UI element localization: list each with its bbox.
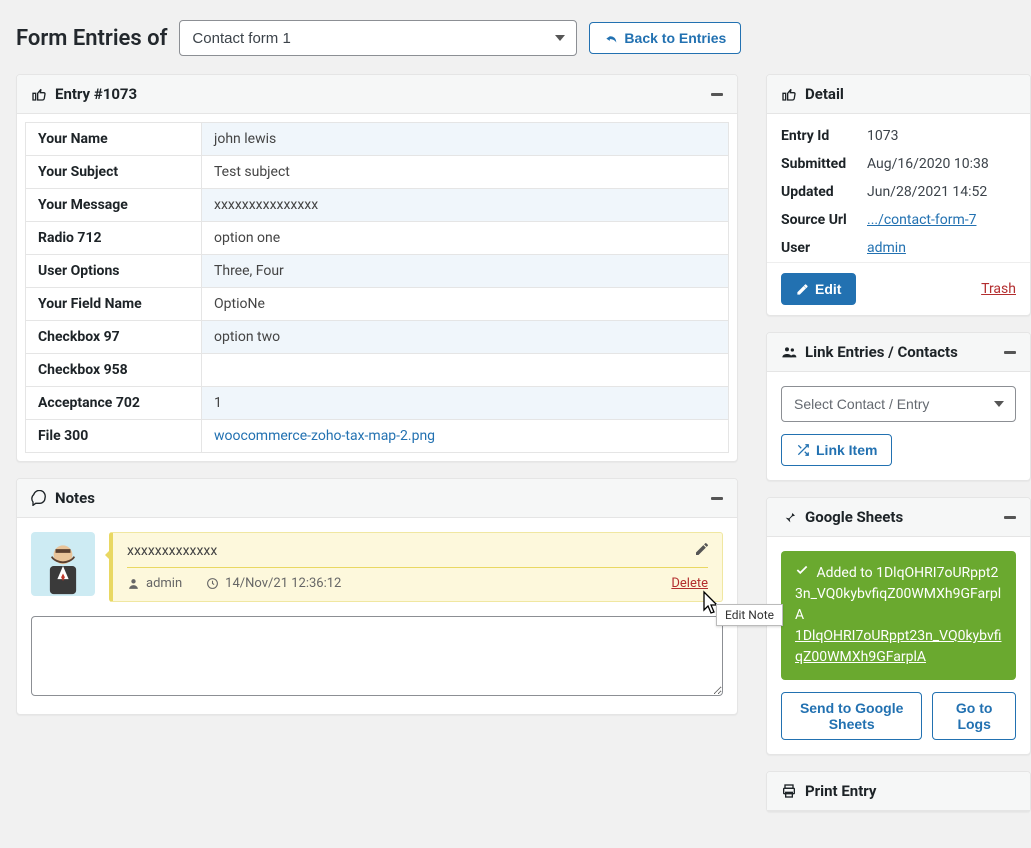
send-to-sheets-button[interactable]: Send to Google Sheets bbox=[781, 692, 922, 740]
shuffle-icon bbox=[796, 443, 810, 457]
table-row: Radio 712option one bbox=[26, 222, 729, 255]
notes-panel-title: Notes bbox=[55, 489, 95, 507]
contact-entry-select[interactable]: Select Contact / Entry bbox=[781, 386, 1016, 422]
sheets-panel-title: Google Sheets bbox=[805, 508, 903, 526]
source-url-link[interactable]: .../contact-form-7 bbox=[867, 212, 976, 228]
detail-panel: Detail Entry Id1073 SubmittedAug/16/2020… bbox=[766, 74, 1031, 316]
collapse-icon[interactable] bbox=[711, 497, 723, 500]
entry-panel: Entry #1073 Your Namejohn lewis Your Sub… bbox=[16, 74, 738, 462]
entry-table: Your Namejohn lewis Your SubjectTest sub… bbox=[25, 122, 729, 453]
user-link[interactable]: admin bbox=[867, 240, 906, 256]
detail-submitted: Aug/16/2020 10:38 bbox=[867, 156, 1016, 172]
users-icon bbox=[781, 344, 797, 360]
page-header: Form Entries of Contact form 1 Back to E… bbox=[16, 20, 1031, 56]
pencil-icon bbox=[796, 283, 809, 296]
print-icon bbox=[781, 783, 797, 799]
trash-link[interactable]: Trash bbox=[981, 281, 1016, 297]
form-selector[interactable]: Contact form 1 bbox=[179, 20, 577, 56]
notes-panel: Notes xxxxxxxxxxxxx bbox=[16, 478, 738, 715]
detail-panel-title: Detail bbox=[805, 85, 844, 103]
table-row: Your Messagexxxxxxxxxxxxxxx bbox=[26, 189, 729, 222]
page-title: Form Entries of bbox=[16, 26, 167, 51]
thumbs-up-icon bbox=[781, 86, 797, 102]
edit-note-icon[interactable] bbox=[694, 541, 710, 561]
note-item: xxxxxxxxxxxxx admin 14/Nov/21 bbox=[31, 532, 723, 602]
thumbs-up-icon bbox=[31, 86, 47, 102]
clock-icon bbox=[206, 577, 219, 590]
table-row: File 300woocommerce-zoho-tax-map-2.png bbox=[26, 420, 729, 453]
collapse-icon[interactable] bbox=[1004, 516, 1016, 519]
file-link[interactable]: woocommerce-zoho-tax-map-2.png bbox=[214, 428, 435, 444]
go-to-logs-button[interactable]: Go to Logs bbox=[932, 692, 1016, 740]
table-row: Your SubjectTest subject bbox=[26, 156, 729, 189]
new-note-input[interactable] bbox=[31, 616, 723, 696]
note-author: admin bbox=[146, 576, 182, 591]
table-row: Checkbox 958 bbox=[26, 354, 729, 387]
detail-updated: Jun/28/2021 14:52 bbox=[867, 184, 1016, 200]
pin-icon bbox=[781, 509, 797, 525]
reply-arrow-icon bbox=[604, 31, 618, 45]
detail-entry-id: 1073 bbox=[867, 128, 1016, 144]
delete-note-link[interactable]: Delete bbox=[671, 576, 708, 591]
entry-panel-title: Entry #1073 bbox=[55, 85, 137, 103]
avatar bbox=[31, 532, 95, 596]
table-row: Checkbox 97option two bbox=[26, 321, 729, 354]
table-row: Your Namejohn lewis bbox=[26, 123, 729, 156]
sheets-success-alert: Added to 1DlqOHRI7oURppt23n_VQ0kybvfiqZ0… bbox=[781, 551, 1016, 680]
edit-note-tooltip: Edit Note bbox=[716, 604, 783, 626]
table-row: User OptionsThree, Four bbox=[26, 255, 729, 288]
link-item-button[interactable]: Link Item bbox=[781, 434, 892, 466]
note-date: 14/Nov/21 12:36:12 bbox=[225, 576, 341, 591]
print-panel-title: Print Entry bbox=[805, 782, 876, 800]
print-entry-panel: Print Entry bbox=[766, 771, 1031, 812]
collapse-icon[interactable] bbox=[711, 93, 723, 96]
check-icon bbox=[795, 563, 809, 577]
collapse-icon[interactable] bbox=[1004, 351, 1016, 354]
link-panel-title: Link Entries / Contacts bbox=[805, 343, 958, 361]
comment-icon bbox=[31, 490, 47, 506]
table-row: Acceptance 7021 bbox=[26, 387, 729, 420]
link-entries-panel: Link Entries / Contacts Select Contact /… bbox=[766, 332, 1031, 481]
note-text: xxxxxxxxxxxxx bbox=[127, 543, 708, 568]
edit-button[interactable]: Edit bbox=[781, 273, 856, 305]
user-icon bbox=[127, 577, 140, 590]
google-sheets-panel: Google Sheets Added to 1DlqOHRI7oURppt23… bbox=[766, 497, 1031, 755]
table-row: Your Field NameOptioNe bbox=[26, 288, 729, 321]
sheet-id-link[interactable]: 1DlqOHRI7oURppt23n_VQ0kybvfiqZ00WMXh9GFa… bbox=[795, 628, 1002, 665]
back-to-entries-button[interactable]: Back to Entries bbox=[589, 22, 741, 54]
